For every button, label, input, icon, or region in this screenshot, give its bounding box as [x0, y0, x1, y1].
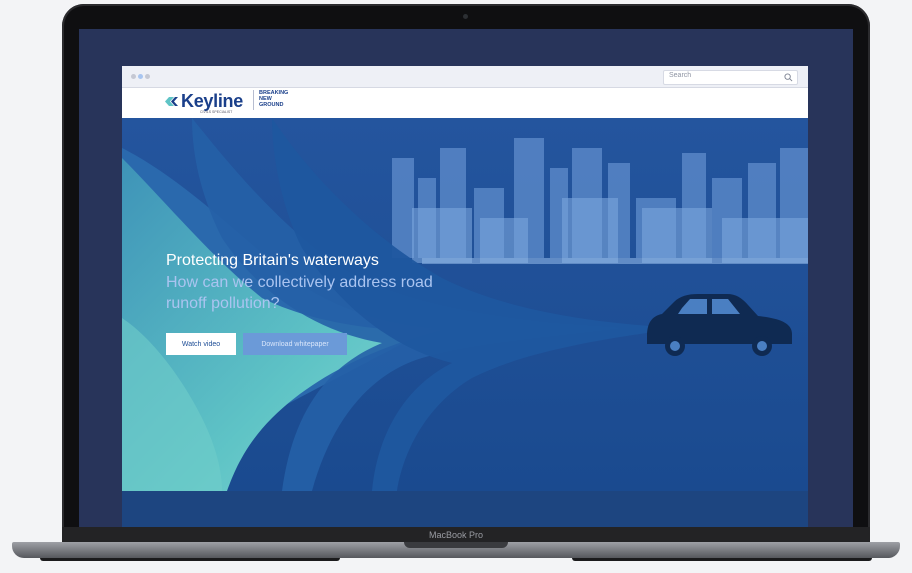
hero-subheading: How can we collectively address road run… [166, 274, 433, 312]
browser-window: Search Keyline CIVILS SPECIALIST BREAKIN… [122, 66, 808, 529]
search-input[interactable]: Search [663, 70, 798, 85]
search-icon[interactable] [784, 73, 793, 82]
laptop-notch [404, 542, 508, 548]
logo-text: Keyline [181, 91, 243, 111]
camera-icon [463, 14, 468, 19]
hero-banner: Protecting Britain's waterways How can w… [122, 118, 808, 491]
hero-heading: Protecting Britain's waterways [166, 252, 379, 269]
logo-divider [253, 90, 254, 110]
watch-video-button[interactable]: Watch video [166, 333, 236, 355]
window-close-dot[interactable] [131, 74, 136, 79]
download-whitepaper-button[interactable]: Download whitepaper [243, 333, 347, 355]
logo-subtext: CIVILS SPECIALIST [200, 110, 233, 114]
window-maximize-dot[interactable] [145, 74, 150, 79]
site-header: Keyline CIVILS SPECIALIST BREAKING NEW G… [122, 88, 808, 118]
keyline-logo-icon [165, 97, 178, 106]
campaign-line-3: GROUND [259, 102, 284, 108]
breaking-new-ground-mark: BREAKING NEW GROUND [259, 90, 299, 109]
browser-toolbar: Search [122, 66, 808, 88]
search-placeholder: Search [669, 72, 692, 79]
window-minimize-dot[interactable] [138, 74, 143, 79]
device-model-label: MacBook Pro [428, 530, 484, 540]
next-section-preview [122, 491, 808, 529]
laptop-foot-right [572, 558, 872, 561]
laptop-foot-left [40, 558, 340, 561]
laptop-screen: Search Keyline CIVILS SPECIALIST BREAKIN… [79, 29, 853, 529]
